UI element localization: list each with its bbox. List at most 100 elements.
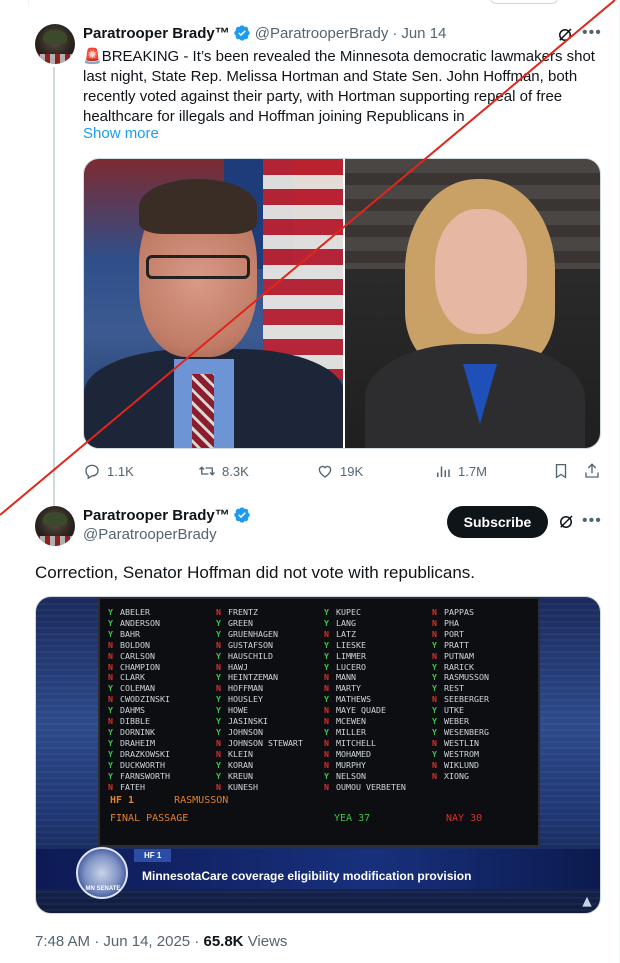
senator-name: LANG xyxy=(336,617,356,628)
vote-no: N xyxy=(432,737,437,748)
vote-row: N KLEIN xyxy=(216,749,303,760)
vote-yes: Y xyxy=(324,726,329,737)
senator-name: COLEMAN xyxy=(120,683,155,694)
tweet-text-content: BREAKING - It’s been revealed the Minnes… xyxy=(83,48,595,125)
senator-name: MCEWEN xyxy=(336,716,366,727)
vote-row: Y UTKE xyxy=(432,705,489,716)
vote-row: Y HAUSCHILD xyxy=(216,651,303,662)
vote-no: N xyxy=(324,748,329,759)
tweet-text: Correction, Senator Hoffman did not vote… xyxy=(35,563,476,582)
vote-yes: Y xyxy=(216,759,221,770)
tweet-text: 🚨BREAKING - It’s been revealed the Minne… xyxy=(83,47,603,127)
vote-yes: Y xyxy=(324,617,329,628)
senator-name: CWODZINSKI xyxy=(120,694,170,705)
senator-name: HOFFMAN xyxy=(228,683,263,694)
bill-author: RASMUSSON xyxy=(174,795,229,806)
senator-name: WIKLUND xyxy=(444,759,479,770)
senator-name: GUSTAFSON xyxy=(228,639,273,650)
vote-row: Y LUCERO xyxy=(324,662,406,673)
view-count[interactable]: 65.8K xyxy=(203,933,243,950)
vote-row: N MAYE QUADE xyxy=(324,705,406,716)
senator-name: WESENBERG xyxy=(444,726,489,737)
grok-icon[interactable] xyxy=(557,513,575,531)
senator-name: MARTY xyxy=(336,683,361,694)
subscribe-button[interactable]: Subscribe xyxy=(447,506,548,538)
show-more-link[interactable]: Show more xyxy=(83,125,159,142)
vote-row: N MCEWEN xyxy=(324,716,406,727)
vote-board: Y ABELER Y ANDERSON Y BAHR N BOLDON N CARLSON N CHA… xyxy=(98,597,540,847)
senator-name: KUPEC xyxy=(336,607,361,617)
vote-no: N xyxy=(432,694,437,705)
repost-button[interactable]: 8.3K xyxy=(198,462,249,480)
photo-man[interactable] xyxy=(84,159,343,448)
author-handle[interactable]: @ParatrooperBrady xyxy=(255,25,389,42)
vote-row: N SEEBERGER xyxy=(432,694,489,705)
like-button[interactable]: 19K xyxy=(316,462,363,480)
vote-no: N xyxy=(432,650,437,661)
tweet-date[interactable]: Jun 14 xyxy=(401,25,446,42)
bookmark-button[interactable] xyxy=(552,462,570,480)
vote-no: N xyxy=(108,661,113,672)
photo-woman[interactable] xyxy=(345,159,600,448)
senator-name: REST xyxy=(444,683,464,694)
vote-yes: Y xyxy=(432,748,437,759)
vote-yes: Y xyxy=(432,683,437,694)
senator-name: HAWJ xyxy=(228,661,248,672)
senator-name: JASINSKI xyxy=(228,716,268,727)
vote-row: Y PRATT xyxy=(432,640,489,651)
senator-name: WESTLIN xyxy=(444,737,479,748)
vote-row: Y JOHNSON xyxy=(216,727,303,738)
vote-no: N xyxy=(108,650,113,661)
main-tweet-header: Paratrooper Brady™ @ParatrooperBrady xyxy=(83,506,255,543)
tweet-time[interactable]: 7:48 AM xyxy=(35,933,90,950)
views-button[interactable]: 1.7M xyxy=(434,462,487,480)
share-button[interactable] xyxy=(583,462,601,480)
author-handle[interactable]: @ParatrooperBrady xyxy=(83,526,255,543)
senator-name: PAPPAS xyxy=(444,607,474,617)
tweet-full-date[interactable]: Jun 14, 2025 xyxy=(103,933,190,950)
vote-row: Y LIMMER xyxy=(324,651,406,662)
vote-yes: Y xyxy=(108,683,113,694)
bookmark-icon xyxy=(555,463,567,479)
tweet-media[interactable] xyxy=(83,158,601,449)
senator-name: MAYE QUADE xyxy=(336,705,386,716)
more-icon[interactable]: ••• xyxy=(582,512,602,530)
tweet-media[interactable]: Y ABELER Y ANDERSON Y BAHR N BOLDON N CARLSON N CHA… xyxy=(35,596,601,914)
vote-row: N WESTLIN xyxy=(432,738,489,749)
vote-yes: Y xyxy=(108,617,113,628)
like-count: 19K xyxy=(340,463,364,479)
vote-column: Y ABELER Y ANDERSON Y BAHR N BOLDON N CARLSON N CHA… xyxy=(108,607,170,792)
seal-text: MN SENATE xyxy=(85,886,121,892)
senator-name: ABELER xyxy=(120,607,150,617)
author-name[interactable]: Paratrooper Brady™ xyxy=(83,507,230,524)
vote-yes: Y xyxy=(216,628,221,639)
senator-name: CLARK xyxy=(120,672,145,683)
vote-row: Y HEINTZEMAN xyxy=(216,672,303,683)
vote-yes: Y xyxy=(216,705,221,716)
vote-yes: Y xyxy=(324,694,329,705)
vote-no: N xyxy=(432,617,437,628)
vote-row: N HOFFMAN xyxy=(216,683,303,694)
senator-name: ANDERSON xyxy=(120,617,160,628)
vote-row: Y DRAHEIM xyxy=(108,738,170,749)
thread-tweet[interactable]: Paratrooper Brady™ @ParatrooperBrady · J… xyxy=(0,0,620,507)
vote-yes: Y xyxy=(324,661,329,672)
grok-icon[interactable] xyxy=(556,26,574,44)
senator-name: FARNSWORTH xyxy=(120,770,170,781)
yea-total: YEA 37 xyxy=(334,813,371,824)
vote-yes: Y xyxy=(108,737,113,748)
vote-row: Y RASMUSSON xyxy=(432,672,489,683)
reply-button[interactable]: 1.1K xyxy=(83,462,134,480)
vote-no: N xyxy=(324,781,329,792)
avatar[interactable] xyxy=(35,506,75,546)
senator-name: MOHAMED xyxy=(336,748,371,759)
author-name[interactable]: Paratrooper Brady™ xyxy=(83,25,230,42)
vote-row: Y BAHR xyxy=(108,629,170,640)
vote-yes: Y xyxy=(432,672,437,683)
senator-name: DUCKWORTH xyxy=(120,759,165,770)
more-icon[interactable]: ••• xyxy=(582,24,602,42)
avatar[interactable] xyxy=(35,24,75,64)
vote-yes: Y xyxy=(324,770,329,781)
vote-no: N xyxy=(216,683,221,694)
vote-row: N LATZ xyxy=(324,629,406,640)
